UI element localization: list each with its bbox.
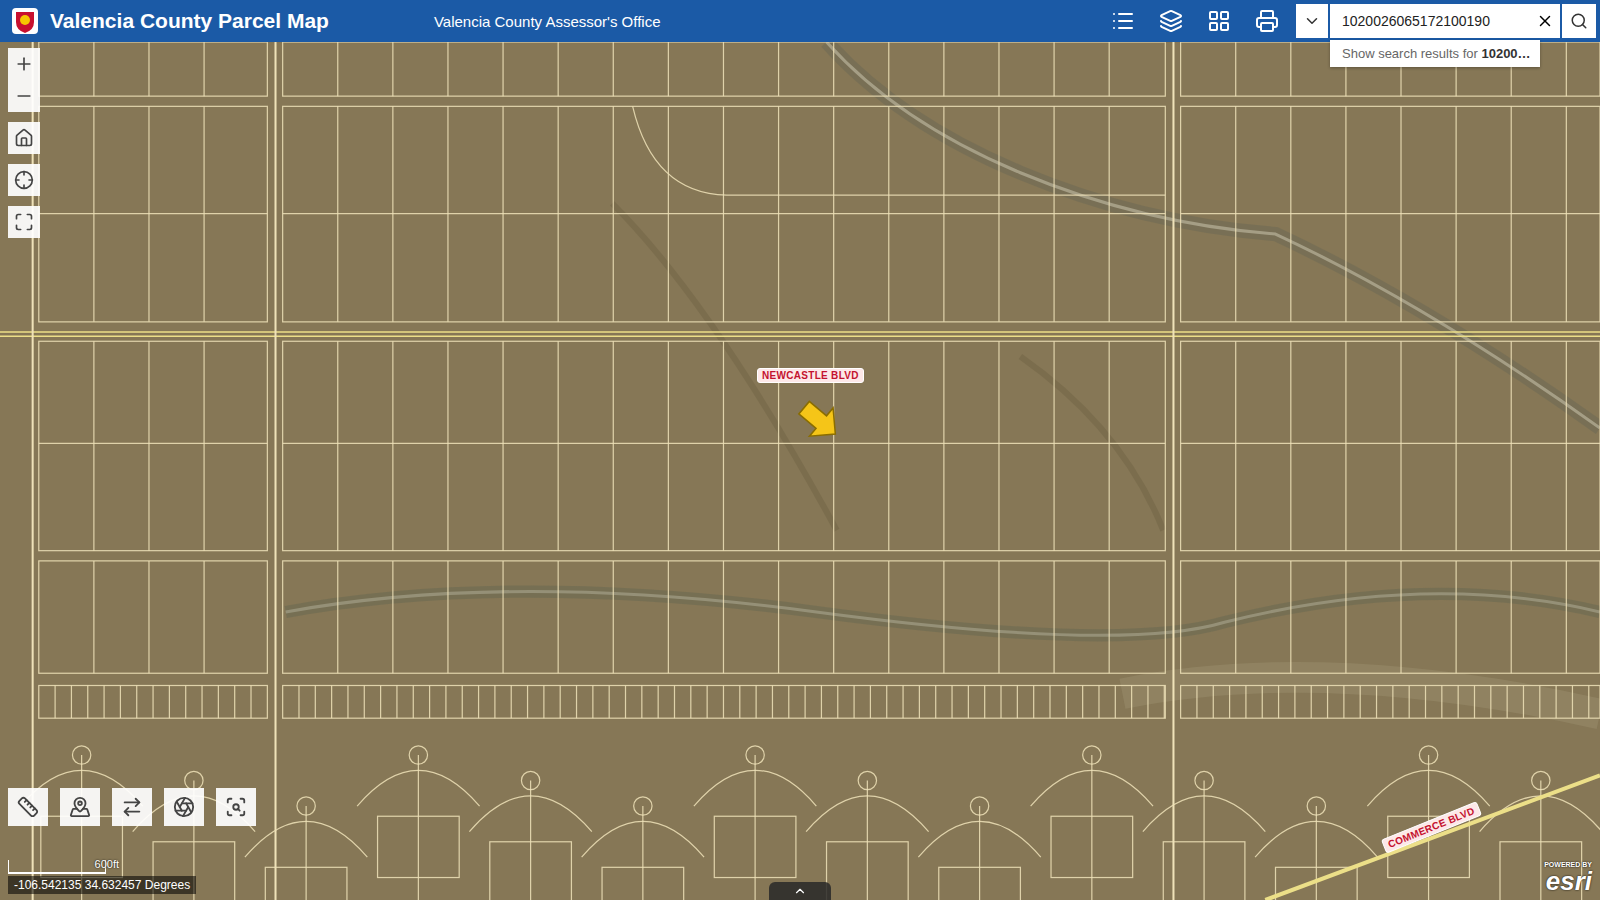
legend-button[interactable] (1104, 2, 1142, 40)
list-icon (1111, 9, 1135, 33)
county-seal-icon (10, 6, 40, 36)
zoom-out-button[interactable] (8, 80, 40, 112)
locate-button[interactable] (8, 164, 40, 196)
printer-icon (1255, 9, 1279, 33)
grid-icon (1207, 9, 1231, 33)
search-button[interactable] (1562, 4, 1596, 38)
app-title: Valencia County Parcel Map (50, 9, 329, 33)
query-button[interactable] (216, 788, 256, 826)
scale-text: 600ft (95, 858, 119, 870)
chevron-up-icon (793, 884, 807, 898)
measure-button[interactable] (8, 788, 48, 826)
ruler-icon (17, 796, 39, 818)
directions-icon (121, 796, 143, 818)
draw-button[interactable] (60, 788, 100, 826)
layers-icon (1159, 9, 1183, 33)
map[interactable]: NEWCASTLE BLVDCOMMERCE BLVD600ft-106.542… (0, 42, 1600, 900)
search-field[interactable]: 1020026065172100190 (1330, 4, 1560, 38)
search-icon (1570, 12, 1588, 30)
filter-button[interactable] (164, 788, 204, 826)
search-suggestion[interactable]: Show search results for 10200… (1330, 40, 1540, 67)
map-canvas[interactable] (0, 42, 1600, 900)
clear-icon[interactable] (1536, 12, 1554, 30)
chevron-down-icon (1303, 12, 1321, 30)
road-label: NEWCASTLE BLVD (757, 368, 864, 383)
search: 1020026065172100190Show search results f… (1296, 4, 1596, 38)
maximize-icon (14, 212, 34, 232)
print-button[interactable] (1248, 2, 1286, 40)
zoom-in-button[interactable] (8, 48, 40, 80)
parcel-lines (20, 42, 1600, 900)
map-pin-icon (69, 796, 91, 818)
app: Valencia County Parcel Map Valencia Count… (0, 0, 1600, 900)
home-icon (14, 128, 34, 148)
attribution: POWERED BYesri (1544, 861, 1592, 894)
header: Valencia County Parcel Map Valencia Count… (0, 0, 1600, 42)
scale-bar: 600ft (8, 860, 106, 874)
panel-toggle[interactable] (769, 882, 831, 900)
search-source-dropdown[interactable] (1296, 4, 1328, 38)
crosshair-icon (14, 170, 34, 190)
filter-icon (173, 796, 195, 818)
fullscreen-button[interactable] (8, 206, 40, 238)
basemap-button[interactable] (1200, 2, 1238, 40)
directions-button[interactable] (112, 788, 152, 826)
tool-bar (8, 788, 256, 826)
coordinates: -106.542135 34.632457 Degrees (8, 876, 196, 894)
plus-icon (14, 54, 34, 74)
location-arrow-icon (792, 394, 847, 448)
query-icon (225, 796, 247, 818)
map-controls (8, 48, 40, 238)
app-subtitle: Valencia County Assessor's Office (434, 13, 661, 30)
search-input[interactable]: 1020026065172100190 (1342, 13, 1530, 29)
layers-button[interactable] (1152, 2, 1190, 40)
minus-icon (14, 86, 34, 106)
home-button[interactable] (8, 122, 40, 154)
